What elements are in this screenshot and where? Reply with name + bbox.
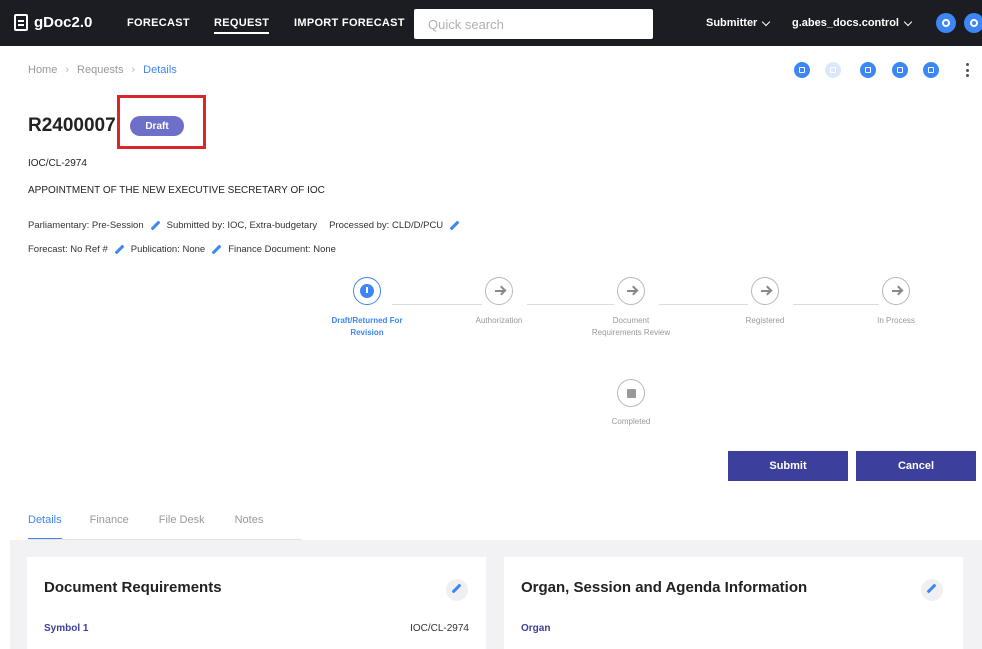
step-connector bbox=[659, 304, 748, 305]
tab-file-desk[interactable]: File Desk bbox=[159, 514, 205, 540]
step-connector bbox=[392, 304, 482, 305]
cancel-button[interactable]: Cancel bbox=[856, 451, 976, 481]
document-icon bbox=[14, 14, 28, 31]
app-name: gDoc2.0 bbox=[34, 14, 93, 31]
tab-notes[interactable]: Notes bbox=[235, 514, 264, 540]
breadcrumb-separator-icon: › bbox=[65, 64, 70, 76]
user-label: g.abes_docs.control bbox=[792, 17, 899, 29]
nav-forecast[interactable]: FORECAST bbox=[127, 17, 190, 29]
step-label-doc-review: Document Requirements Review bbox=[591, 316, 671, 337]
app-brand[interactable]: gDoc2.0 bbox=[14, 14, 92, 31]
publication-info: Publication: None bbox=[130, 244, 206, 255]
tab-finance[interactable]: Finance bbox=[90, 514, 129, 540]
edit-processed-by-icon[interactable] bbox=[449, 221, 459, 231]
request-id: R2400007 bbox=[28, 115, 116, 136]
detail-tabs: Details Finance File Desk Notes bbox=[28, 514, 293, 540]
step-draft-circle bbox=[353, 277, 381, 305]
step-label-authorization: Authorization bbox=[475, 316, 523, 325]
arrow-right-icon bbox=[760, 290, 770, 292]
step-registered-circle bbox=[751, 277, 779, 305]
document-symbol: IOC/CL-2974 bbox=[28, 158, 87, 169]
step-completed-circle bbox=[617, 379, 645, 407]
card-title: Document Requirements bbox=[44, 579, 222, 596]
role-dropdown[interactable]: Submitter bbox=[706, 17, 771, 29]
breadcrumb-separator-icon: › bbox=[131, 64, 136, 76]
forecast-info: Forecast: No Ref # bbox=[28, 244, 108, 255]
tab-details[interactable]: Details bbox=[28, 514, 62, 540]
more-options-icon[interactable] bbox=[966, 63, 969, 77]
step-label-in-process: In Process bbox=[877, 316, 915, 325]
step-label-registered: Registered bbox=[745, 316, 785, 325]
chevron-down-icon bbox=[762, 17, 771, 26]
edit-document-requirements-button[interactable] bbox=[446, 579, 468, 601]
processed-by-info: Processed by: CLD/D/PCU bbox=[329, 220, 444, 231]
organ-session-agenda-card: Organ, Session and Agenda Information Or… bbox=[504, 557, 963, 649]
upload-icon bbox=[825, 62, 841, 78]
user-dropdown[interactable]: g.abes_docs.control bbox=[792, 17, 913, 29]
edit-forecast-icon[interactable] bbox=[114, 245, 124, 255]
step-connector bbox=[793, 304, 879, 305]
edit-publication-icon[interactable] bbox=[211, 245, 221, 255]
meta-row-2: Forecast: No Ref # Publication: None Fin… bbox=[28, 244, 336, 255]
breadcrumb-home[interactable]: Home bbox=[28, 64, 57, 76]
download-icon[interactable] bbox=[860, 62, 876, 78]
step-label-draft: Draft/Returned For Revision bbox=[331, 316, 403, 337]
submit-button[interactable]: Submit bbox=[728, 451, 848, 481]
symbol-1-value: IOC/CL-2974 bbox=[410, 623, 469, 634]
top-navigation-bar: gDoc2.0 FORECAST REQUEST IMPORT FORECAST… bbox=[0, 0, 982, 46]
history-clock-icon[interactable] bbox=[923, 62, 939, 78]
symbol-1-label: Symbol 1 bbox=[44, 623, 89, 634]
edit-parliamentary-icon[interactable] bbox=[150, 221, 160, 231]
step-label-completed: Completed bbox=[611, 417, 651, 426]
card-title: Organ, Session and Agenda Information bbox=[521, 579, 808, 596]
step-doc-review-circle bbox=[617, 277, 645, 305]
step-in-process-circle bbox=[882, 277, 910, 305]
step-authorization-circle bbox=[485, 277, 513, 305]
organ-label: Organ bbox=[521, 623, 551, 634]
quick-search-input[interactable] bbox=[414, 9, 653, 39]
highlight-annotation-box bbox=[117, 95, 206, 149]
document-requirements-card: Document Requirements Symbol 1 IOC/CL-29… bbox=[27, 557, 486, 649]
pencil-icon bbox=[926, 584, 936, 594]
nav-import-forecast[interactable]: IMPORT FORECAST bbox=[294, 17, 405, 29]
arrow-right-icon bbox=[891, 290, 901, 292]
download-arrow-icon bbox=[360, 284, 374, 298]
edit-organ-session-button[interactable] bbox=[921, 579, 943, 601]
finance-document-info: Finance Document: None bbox=[228, 244, 336, 255]
parliamentary-info: Parliamentary: Pre-Session bbox=[28, 220, 144, 231]
arrow-right-icon bbox=[494, 290, 504, 292]
package-icon[interactable] bbox=[892, 62, 908, 78]
breadcrumb-requests[interactable]: Requests bbox=[77, 64, 123, 76]
meta-row-1: Parliamentary: Pre-Session Submitted by:… bbox=[28, 220, 462, 231]
stop-square-icon bbox=[626, 388, 636, 398]
breadcrumb-details: Details bbox=[143, 64, 177, 76]
chevron-down-icon bbox=[903, 17, 913, 26]
submitted-by-info: Submitted by: IOC, Extra-budgetary bbox=[166, 220, 318, 231]
document-title: APPOINTMENT OF THE NEW EXECUTIVE SECRETA… bbox=[28, 185, 325, 196]
step-connector bbox=[527, 304, 614, 305]
notification-bell-icon[interactable] bbox=[936, 13, 956, 33]
breadcrumb: Home › Requests › Details bbox=[28, 64, 177, 76]
arrow-right-icon bbox=[626, 290, 636, 292]
pencil-icon bbox=[451, 584, 461, 594]
role-label: Submitter bbox=[706, 17, 758, 29]
nav-request[interactable]: REQUEST bbox=[214, 17, 270, 34]
print-icon[interactable] bbox=[794, 62, 810, 78]
help-icon[interactable] bbox=[964, 13, 982, 33]
